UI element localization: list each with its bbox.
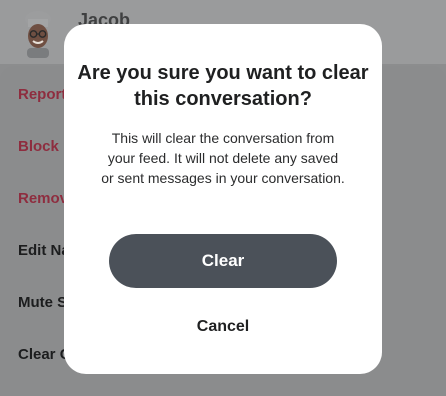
menu-item-block[interactable]: Block [18, 138, 59, 155]
clear-button[interactable]: Clear [109, 234, 337, 288]
bitmoji-avatar-icon[interactable] [18, 10, 58, 58]
dialog-title: Are you sure you want to clear this conv… [77, 62, 369, 110]
cancel-button[interactable]: Cancel [160, 314, 286, 340]
clear-conversation-dialog: Are you sure you want to clear this conv… [64, 24, 382, 374]
menu-item-report[interactable]: Report [18, 86, 66, 103]
dialog-message: This will clear the conversation from yo… [101, 130, 345, 186]
